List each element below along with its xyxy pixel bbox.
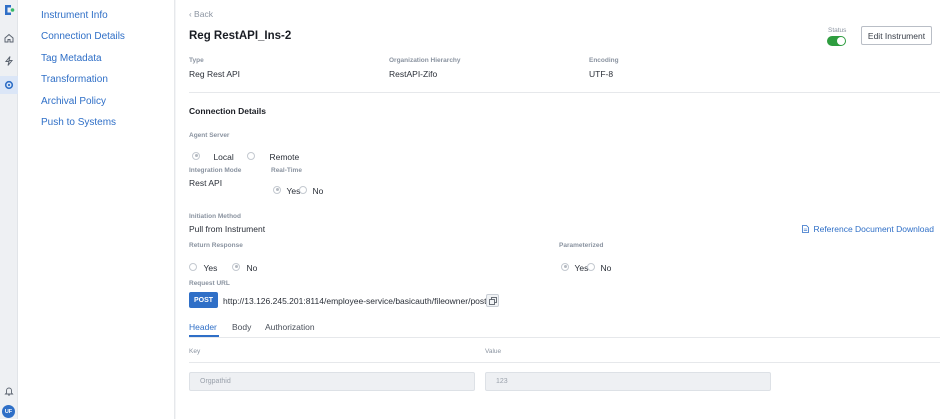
value-column-header: Value — [485, 348, 502, 355]
parameterized-no-label: No — [600, 263, 612, 273]
integration-mode-value: Rest API — [189, 178, 223, 188]
settings-icon[interactable] — [0, 76, 18, 94]
icon-rail: UF — [0, 0, 18, 419]
agent-remote-option[interactable]: Remote — [247, 147, 299, 165]
http-method-badge: POST — [189, 292, 218, 308]
main-panel: ‹ Back Reg RestAPI_Ins-2 Status Edit Ins… — [176, 0, 940, 419]
chevron-left-icon: ‹ — [189, 10, 192, 19]
reference-document-link[interactable]: Reference Document Download — [802, 219, 934, 237]
return-response-yes-option[interactable]: Yes — [189, 258, 217, 276]
logo-icon[interactable] — [3, 4, 15, 16]
parameterized-yes-option[interactable]: Yes — [561, 258, 588, 276]
bell-icon[interactable] — [3, 385, 15, 397]
realtime-no-radio[interactable] — [299, 185, 307, 194]
key-column-header: Key — [189, 348, 201, 355]
avatar[interactable]: UF — [2, 405, 15, 418]
return-response-no-radio[interactable] — [232, 262, 240, 271]
sidebar: Instrument Info Connection Details Tag M… — [18, 0, 175, 419]
return-response-yes-radio[interactable] — [189, 262, 197, 271]
copy-icon[interactable] — [486, 294, 499, 307]
sidebar-item-connection-details[interactable]: Connection Details — [41, 31, 125, 42]
initiation-method-label: Initiation Method — [189, 213, 241, 220]
parameterized-yes-radio[interactable] — [561, 262, 569, 271]
back-label: Back — [194, 9, 213, 19]
table-header-divider — [189, 362, 940, 363]
organization-hierarchy-label: Organization Hierarchy — [389, 57, 461, 64]
home-icon[interactable] — [3, 32, 15, 44]
realtime-no-label: No — [312, 186, 324, 196]
page-title: Reg RestAPI_Ins-2 — [189, 30, 292, 42]
initiation-method-value: Pull from Instrument — [189, 224, 266, 234]
type-label: Type — [189, 57, 204, 64]
realtime-yes-radio[interactable] — [273, 185, 281, 194]
request-url-label: Request URL — [189, 280, 230, 287]
parameterized-label: Parameterized — [559, 242, 604, 249]
sidebar-item-transformation[interactable]: Transformation — [41, 74, 108, 85]
agent-local-label: Local — [213, 152, 234, 162]
return-response-label: Return Response — [189, 242, 243, 249]
return-response-yes-label: Yes — [203, 263, 218, 273]
status-label: Status — [828, 27, 847, 34]
realtime-label: Real-Time — [271, 167, 302, 174]
document-icon — [802, 225, 809, 233]
tab-header[interactable]: Header — [189, 322, 217, 332]
encoding-value: UTF-8 — [589, 69, 614, 79]
sidebar-item-tag-metadata[interactable]: Tag Metadata — [41, 53, 102, 64]
request-url-value: http://13.126.245.201:8114/employee-serv… — [223, 296, 487, 306]
status-toggle[interactable] — [827, 36, 846, 46]
agent-remote-radio[interactable] — [247, 151, 255, 160]
integration-mode-label: Integration Mode — [189, 167, 242, 174]
agent-local-radio[interactable] — [192, 151, 200, 160]
parameterized-no-radio[interactable] — [587, 262, 595, 271]
toggle-knob — [837, 37, 845, 45]
return-response-no-label: No — [246, 263, 258, 273]
tab-authorization[interactable]: Authorization — [265, 322, 315, 332]
realtime-no-option[interactable]: No — [299, 181, 323, 199]
tab-body[interactable]: Body — [232, 322, 251, 332]
back-link[interactable]: ‹ Back — [189, 9, 213, 19]
return-response-no-option[interactable]: No — [232, 258, 257, 276]
agent-local-option[interactable]: Local — [192, 147, 234, 165]
reference-document-label: Reference Document Download — [813, 224, 934, 234]
type-value: Reg Rest API — [189, 69, 241, 79]
agent-remote-label: Remote — [269, 152, 300, 162]
realtime-yes-option[interactable]: Yes — [273, 181, 300, 199]
encoding-label: Encoding — [589, 57, 619, 64]
header-key-input[interactable]: Orgpathid — [189, 372, 475, 391]
sidebar-item-archival-policy[interactable]: Archival Policy — [41, 96, 106, 107]
edit-instrument-button[interactable]: Edit Instrument — [861, 26, 932, 45]
agent-server-label: Agent Server — [189, 132, 230, 139]
bolt-icon[interactable] — [3, 55, 15, 67]
parameterized-no-option[interactable]: No — [587, 258, 611, 276]
sidebar-item-instrument-info[interactable]: Instrument Info — [41, 10, 108, 21]
sidebar-item-push-to-systems[interactable]: Push to Systems — [41, 117, 116, 128]
connection-details-heading: Connection Details — [189, 106, 266, 116]
header-value-input[interactable]: 123 — [485, 372, 771, 391]
tabs-divider — [189, 337, 940, 338]
organization-hierarchy-value: RestAPI-Zifo — [389, 69, 438, 79]
divider — [189, 92, 940, 93]
